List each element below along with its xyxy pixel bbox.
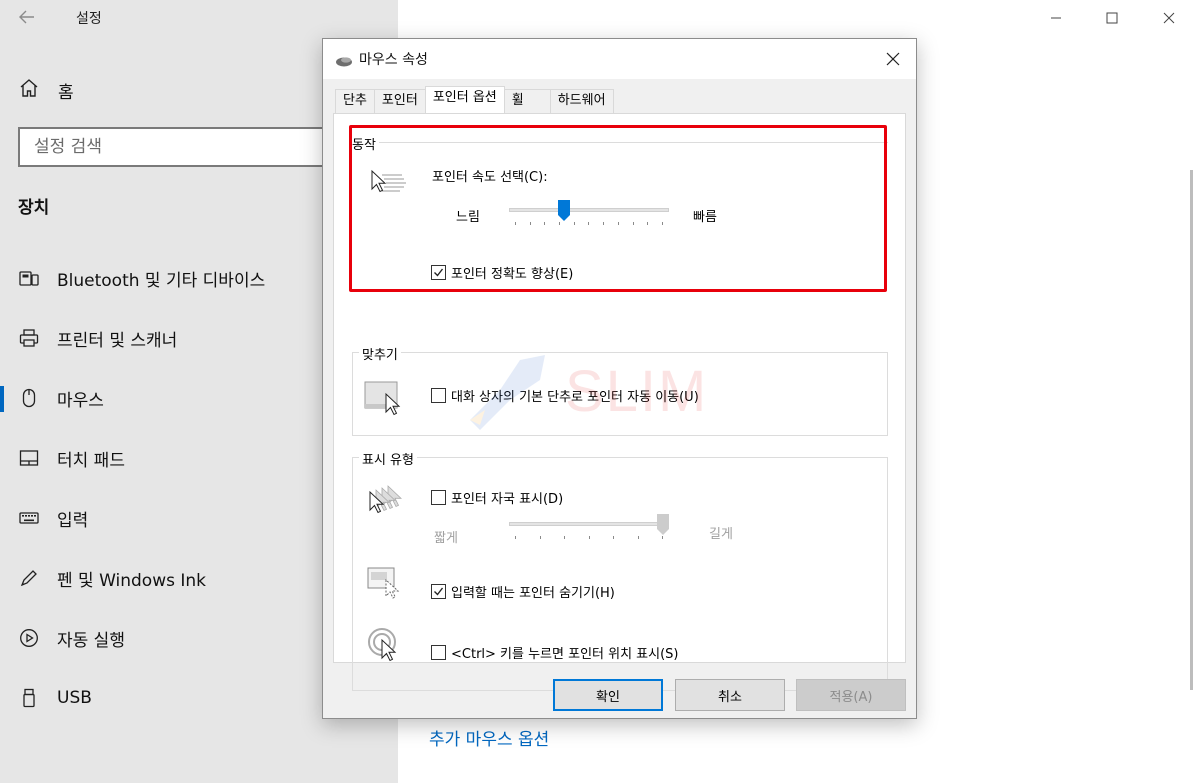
nav-item-label: 펜 및 Windows Ink bbox=[57, 570, 207, 591]
hide-while-typing-checkbox[interactable]: 입력할 때는 포인터 숨기기(H) bbox=[431, 582, 615, 601]
checkbox-box[interactable] bbox=[431, 645, 446, 660]
nav-item-label: 마우스 bbox=[57, 390, 104, 411]
snap-to-checkbox[interactable]: 대화 상자의 기본 단추로 포인터 자동 이동(U) bbox=[431, 386, 699, 405]
speed-slider-track bbox=[509, 208, 669, 212]
show-location-ctrl-label: <Ctrl> 키를 누르면 포인터 위치 표시(S) bbox=[451, 647, 679, 662]
long-label: 길게 bbox=[709, 527, 733, 542]
pointer-trails-icon bbox=[366, 484, 410, 522]
mouse-title-icon bbox=[335, 52, 353, 71]
trail-slider-ticks bbox=[515, 536, 663, 540]
checkbox-box[interactable] bbox=[431, 584, 446, 599]
motion-group-title: 동작 bbox=[352, 134, 379, 153]
mouse-properties-dialog: 마우스 속성 단추 포인터 포인터 옵션 휠 하드웨어 동작 포인터 속도 선택… bbox=[322, 38, 917, 719]
dialog-close-icon[interactable] bbox=[882, 48, 904, 70]
slow-label: 느림 bbox=[456, 210, 480, 225]
pointer-options-panel: 동작 포인터 속도 선택(C): 느림 빠름 포인터 정확도 향상(E) 맞추기 bbox=[333, 113, 906, 691]
window-close-icon[interactable] bbox=[1155, 4, 1183, 32]
nav-item-label: 입력 bbox=[57, 510, 89, 531]
snap-to-label: 대화 상자의 기본 단추로 포인터 자동 이동(U) bbox=[451, 390, 699, 405]
enhance-precision-label: 포인터 정확도 향상(E) bbox=[451, 267, 574, 282]
autoplay-icon bbox=[18, 627, 40, 649]
motion-group: 동작 bbox=[352, 134, 888, 153]
cancel-button[interactable]: 취소 bbox=[675, 679, 785, 711]
keyboard-icon bbox=[18, 507, 40, 529]
ok-button[interactable]: 확인 bbox=[553, 679, 663, 711]
bluetooth-devices-icon bbox=[18, 267, 40, 289]
show-location-ctrl-checkbox[interactable]: <Ctrl> 키를 누르면 포인터 위치 표시(S) bbox=[431, 643, 679, 662]
pointer-speed-icon bbox=[368, 168, 408, 202]
pointer-speed-slider[interactable] bbox=[509, 200, 669, 230]
speed-slider-ticks bbox=[515, 222, 663, 226]
visibility-group-title: 표시 유형 bbox=[359, 449, 417, 468]
hide-pointer-icon bbox=[366, 564, 406, 608]
usb-icon bbox=[18, 687, 40, 709]
trail-slider-thumb bbox=[657, 514, 669, 536]
tab-pointer-options[interactable]: 포인터 옵션 bbox=[424, 86, 505, 113]
nav-item-label: 프린터 및 스캐너 bbox=[57, 330, 178, 351]
fast-label: 빠름 bbox=[693, 210, 717, 225]
nav-home-label: 홈 bbox=[58, 82, 74, 103]
nav-item-label: 자동 실행 bbox=[57, 630, 125, 651]
nav-item-label: USB bbox=[57, 688, 92, 708]
additional-mouse-options-link[interactable]: 추가 마우스 옵션 bbox=[429, 725, 549, 750]
tab-hardware[interactable]: 하드웨어 bbox=[549, 89, 614, 113]
checkbox-box[interactable] bbox=[431, 490, 446, 505]
dialog-titlebar: 마우스 속성 bbox=[323, 39, 916, 79]
pointer-trails-label: 포인터 자국 표시(D) bbox=[451, 492, 564, 507]
tab-pointers[interactable]: 포인터 bbox=[373, 89, 426, 113]
pointer-trails-checkbox[interactable]: 포인터 자국 표시(D) bbox=[431, 488, 563, 507]
snap-to-group-title: 맞추기 bbox=[359, 344, 401, 363]
nav-item-label: 터치 패드 bbox=[57, 450, 125, 471]
hide-while-typing-label: 입력할 때는 포인터 숨기기(H) bbox=[451, 586, 615, 601]
snap-to-icon bbox=[364, 380, 408, 426]
checkbox-box[interactable] bbox=[431, 388, 446, 403]
enhance-precision-checkbox[interactable]: 포인터 정확도 향상(E) bbox=[431, 263, 573, 282]
home-icon bbox=[18, 77, 40, 103]
tab-buttons[interactable]: 단추 bbox=[335, 89, 375, 113]
touchpad-icon bbox=[18, 447, 40, 469]
pen-icon bbox=[18, 567, 40, 589]
mouse-icon bbox=[18, 387, 40, 409]
dialog-tab-strip: 단추 포인터 포인터 옵션 휠 하드웨어 bbox=[335, 86, 614, 113]
trail-length-slider bbox=[509, 514, 669, 544]
tab-wheel[interactable]: 휠 bbox=[503, 89, 551, 113]
dialog-title: 마우스 속성 bbox=[359, 52, 428, 68]
ctrl-locate-icon bbox=[366, 626, 406, 670]
checkbox-box[interactable] bbox=[431, 265, 446, 280]
nav-item-label: Bluetooth 및 기타 디바이스 bbox=[57, 270, 266, 291]
settings-app-title: 설정 bbox=[76, 11, 102, 27]
trail-slider-track bbox=[509, 522, 669, 526]
section-heading: 장치 bbox=[18, 198, 50, 218]
settings-scrollbar[interactable] bbox=[1190, 170, 1193, 690]
nav-home[interactable]: 홈 bbox=[18, 76, 74, 104]
back-arrow-icon[interactable] bbox=[18, 8, 40, 30]
apply-button[interactable]: 적용(A) bbox=[796, 679, 906, 711]
printer-icon bbox=[18, 327, 40, 349]
short-label: 짧게 bbox=[434, 531, 458, 546]
minimize-icon[interactable] bbox=[1042, 4, 1070, 32]
maximize-icon[interactable] bbox=[1098, 4, 1126, 32]
speed-slider-thumb[interactable] bbox=[558, 200, 570, 222]
pointer-speed-label: 포인터 속도 선택(C): bbox=[432, 170, 548, 185]
